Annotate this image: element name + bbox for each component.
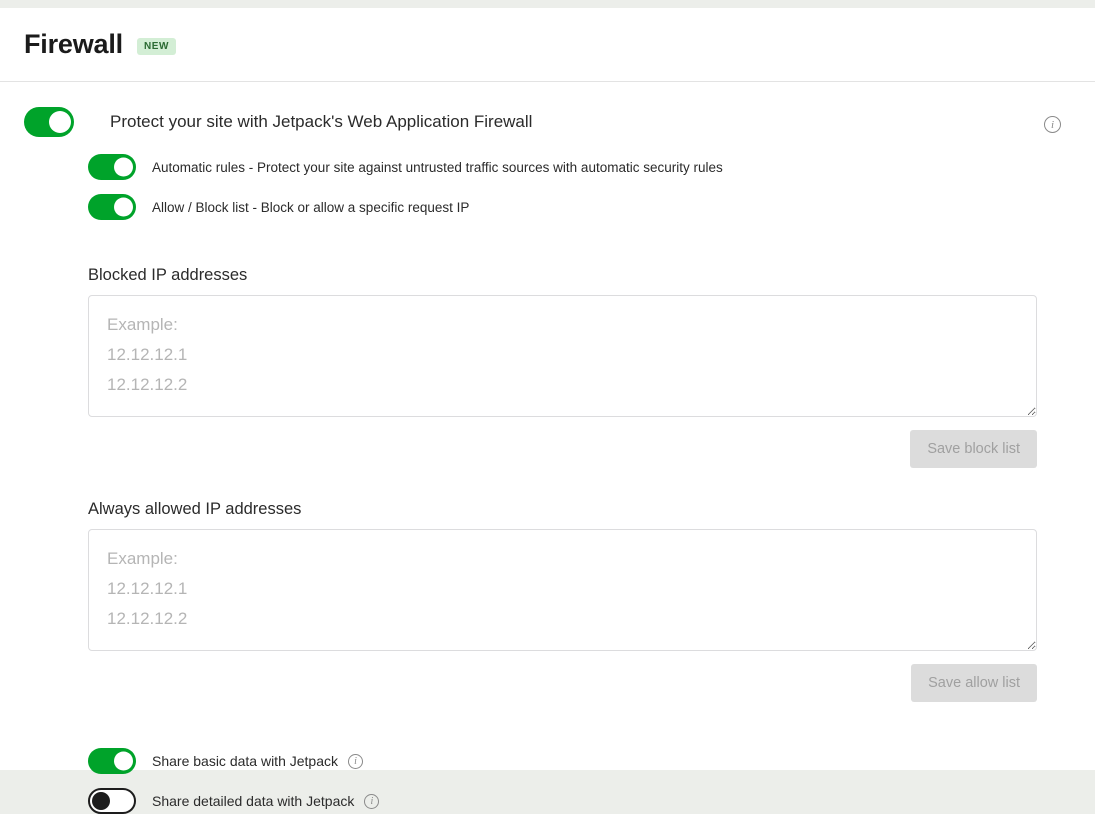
allowed-ip-label: Always allowed IP addresses xyxy=(88,500,302,518)
toggle-knob xyxy=(114,197,133,217)
blocked-ip-label: Blocked IP addresses xyxy=(88,266,248,284)
blocked-ip-input[interactable] xyxy=(88,295,1037,417)
share-basic-data-label: Share basic data with Jetpack xyxy=(152,753,338,769)
toggle-knob xyxy=(114,751,133,771)
info-icon[interactable]: i xyxy=(364,793,380,809)
firewall-info-icon-wrap[interactable]: i xyxy=(1044,115,1061,133)
save-block-list-button[interactable]: Save block list xyxy=(910,430,1037,468)
blocked-ip-group: Blocked IP addresses Save block list xyxy=(0,266,1095,468)
automatic-rules-label: Automatic rules - Protect your site agai… xyxy=(152,159,723,175)
firewall-master-label: Protect your site with Jetpack's Web App… xyxy=(110,112,533,131)
firewall-master-toggle[interactable] xyxy=(24,107,74,137)
allowed-ip-button-row: Save allow list xyxy=(88,664,1037,702)
automatic-rules-row: Automatic rules - Protect your site agai… xyxy=(88,154,1095,180)
settings-body: Protect your site with Jetpack's Web App… xyxy=(0,82,1095,814)
share-data-list: Share basic data with Jetpack i Share de… xyxy=(0,748,1095,814)
firewall-settings-page: Firewall NEW Protect your site with Jetp… xyxy=(0,8,1095,814)
page-header: Firewall NEW xyxy=(0,8,1095,82)
share-detailed-data-toggle[interactable] xyxy=(88,788,136,814)
share-basic-data-toggle[interactable] xyxy=(88,748,136,774)
info-icon[interactable]: i xyxy=(348,753,363,769)
automatic-rules-toggle[interactable] xyxy=(88,154,136,180)
new-badge: NEW xyxy=(136,38,177,55)
page-title: Firewall xyxy=(24,29,123,59)
allowed-ip-input[interactable] xyxy=(88,529,1037,651)
share-detailed-data-row: Share detailed data with Jetpack i xyxy=(88,788,1095,814)
info-icon: i xyxy=(1044,116,1061,133)
share-basic-data-row: Share basic data with Jetpack i xyxy=(88,748,1095,774)
allow-block-list-label: Allow / Block list - Block or allow a sp… xyxy=(152,199,470,215)
toggle-knob xyxy=(114,157,133,177)
main-firewall-row: Protect your site with Jetpack's Web App… xyxy=(0,104,1095,140)
toggle-knob xyxy=(49,111,71,133)
save-allow-list-button[interactable]: Save allow list xyxy=(911,664,1037,702)
allow-block-list-toggle[interactable] xyxy=(88,194,136,220)
blocked-ip-button-row: Save block list xyxy=(88,430,1037,468)
allowed-ip-group: Always allowed IP addresses Save allow l… xyxy=(0,500,1095,702)
toggle-knob xyxy=(92,792,110,810)
allow-block-list-row: Allow / Block list - Block or allow a sp… xyxy=(88,194,1095,220)
share-detailed-data-label: Share detailed data with Jetpack xyxy=(152,793,355,809)
sub-toggle-list: Automatic rules - Protect your site agai… xyxy=(0,154,1095,220)
